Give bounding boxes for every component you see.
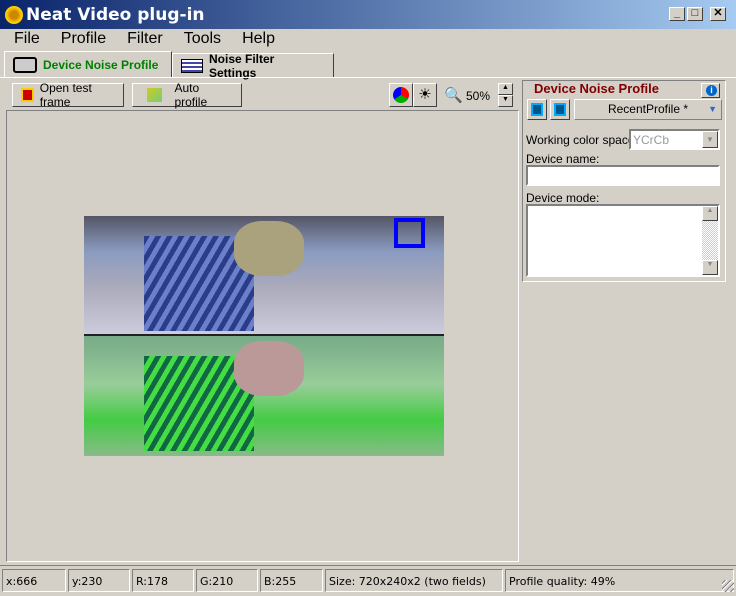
rgb-circles-icon: [393, 87, 409, 103]
window-title: Neat Video plug-in: [26, 5, 205, 25]
auto-profile-icon: [147, 88, 163, 102]
device-mode-label: Device mode:: [526, 191, 600, 205]
video-frame[interactable]: [84, 216, 444, 456]
status-x: x:666: [2, 569, 66, 592]
zoom-icon: 🔍: [444, 87, 463, 104]
title-bar: Neat Video plug-in: [0, 0, 736, 29]
menu-bar: File Profile Filter Tools Help: [0, 29, 736, 51]
scroll-up-button[interactable]: ▲: [702, 206, 718, 221]
device-mode-textarea[interactable]: [526, 204, 720, 277]
open-file-icon: [21, 88, 34, 102]
device-name-label: Device name:: [526, 152, 600, 166]
status-y: y:230: [68, 569, 130, 592]
scroll-down-button[interactable]: ▼: [702, 260, 718, 275]
tab-device-noise-profile[interactable]: Device Noise Profile: [4, 51, 172, 77]
brightness-button[interactable]: ☀: [413, 83, 437, 107]
profile-dropdown[interactable]: RecentProfile * ▼: [574, 99, 722, 120]
field-top: [84, 216, 444, 334]
app-logo-icon: [5, 6, 23, 24]
save-profile-button[interactable]: [550, 99, 570, 120]
info-icon: i: [706, 85, 717, 96]
menu-tools[interactable]: Tools: [170, 29, 228, 51]
selection-box[interactable]: [394, 218, 425, 248]
device-name-input[interactable]: [526, 165, 720, 186]
resize-grip-icon[interactable]: [722, 580, 734, 592]
color-channels-button[interactable]: [389, 83, 413, 107]
menu-help[interactable]: Help: [228, 29, 282, 51]
floppy-load-icon: [531, 103, 543, 116]
minimize-button[interactable]: _: [669, 7, 685, 21]
zoom-level: 50%: [466, 89, 491, 103]
status-r: R:178: [132, 569, 194, 592]
close-button[interactable]: ✕: [710, 7, 726, 21]
status-b: B:255: [260, 569, 323, 592]
chevron-down-icon: ▼: [702, 131, 718, 148]
device-mode-scrollbar[interactable]: ▲ ▼: [702, 206, 718, 275]
load-profile-button[interactable]: [527, 99, 547, 120]
menu-file[interactable]: File: [0, 29, 47, 51]
field-bottom: [84, 336, 444, 456]
sliders-icon: [181, 58, 203, 73]
floppy-save-icon: [554, 103, 566, 116]
status-g: G:210: [196, 569, 258, 592]
zoom-down-button[interactable]: ▼: [498, 95, 513, 107]
panel-title: Device Noise Profile: [530, 81, 663, 96]
info-button[interactable]: i: [701, 83, 720, 98]
zoom-up-button[interactable]: ▲: [498, 83, 513, 95]
auto-profile-button[interactable]: Auto profile: [132, 81, 242, 109]
maximize-button[interactable]: □: [687, 7, 703, 21]
brightness-icon: ☀: [418, 86, 432, 103]
color-space-label: Working color space:: [526, 133, 638, 147]
open-test-frame-button[interactable]: Open test frame: [12, 81, 124, 109]
status-size: Size: 720x240x2 (two fields): [325, 569, 503, 592]
menu-profile[interactable]: Profile: [47, 29, 113, 51]
menu-filter[interactable]: Filter: [113, 29, 170, 51]
status-profile-quality: Profile quality: 49%: [505, 569, 734, 592]
camera-icon: [13, 56, 37, 73]
chevron-down-icon: ▼: [708, 104, 717, 114]
tab-noise-filter-settings[interactable]: Noise Filter Settings: [172, 52, 334, 80]
color-space-select[interactable]: YCrCb ▼: [629, 129, 720, 150]
